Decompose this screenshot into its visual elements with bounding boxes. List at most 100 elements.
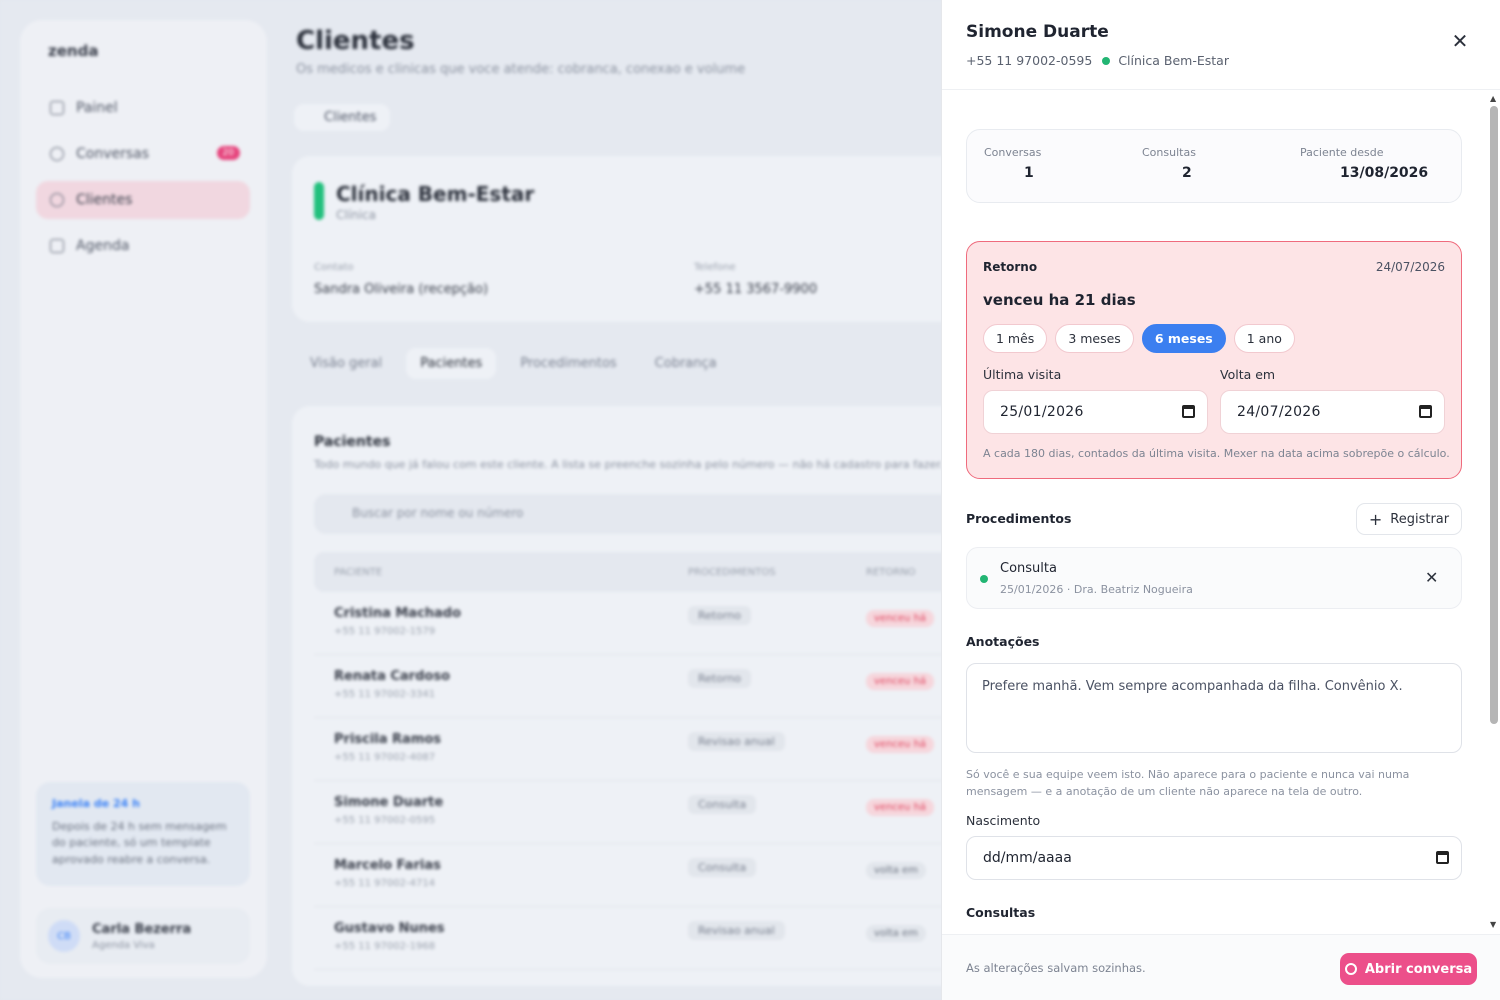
- stat-label: Paciente desde: [1300, 146, 1384, 159]
- tab-cobranca[interactable]: Cobrança: [641, 348, 731, 379]
- scroll-up-icon[interactable]: ▲: [1490, 94, 1496, 103]
- info-card-text: Depois de 24 h sem mensagem do paciente,…: [52, 819, 227, 866]
- procedure-item: Consulta 25/01/2026 · Dra. Beatriz Nogue…: [966, 547, 1462, 609]
- column-header: RETORNO: [866, 567, 916, 578]
- sidebar-item-conversas[interactable]: Conversas 20: [36, 135, 250, 173]
- notes-textarea[interactable]: Prefere manhã. Vem sempre acompanhada da…: [966, 663, 1462, 753]
- calendar-icon: [50, 239, 64, 253]
- open-conversation-label: Abrir conversa: [1364, 961, 1473, 977]
- scrollbar-thumb[interactable]: [1490, 106, 1498, 724]
- consultas-title: Consultas: [966, 905, 1036, 920]
- brand-logo: zenda: [48, 42, 99, 60]
- user-role: Agenda Viva: [92, 939, 155, 951]
- tab-pacientes[interactable]: Pacientes: [406, 348, 497, 379]
- chip-6-meses[interactable]: 6 meses: [1141, 324, 1226, 353]
- row-procedure-badge: Retorno: [688, 606, 751, 625]
- row-return-badge: venceu há: [866, 736, 935, 753]
- calendar-icon[interactable]: [1436, 851, 1449, 864]
- drawer-content[interactable]: Conversas 1 Consultas 2 Paciente desde 1…: [942, 91, 1500, 934]
- last-visit-date-input[interactable]: 25/01/2026: [983, 390, 1208, 434]
- user-card[interactable]: CB Carla Bezerra Agenda Viva: [36, 908, 250, 964]
- stat-value: 13/08/2026: [1340, 165, 1429, 181]
- stat-consultas: Consultas 2: [1142, 146, 1262, 181]
- register-procedure-button[interactable]: + Registrar: [1356, 503, 1462, 535]
- tab-visao-geral[interactable]: Visão geral: [296, 348, 396, 379]
- return-label: Volta em: [1220, 367, 1276, 382]
- row-patient-name: Priscila Ramos: [334, 732, 442, 747]
- table-row[interactable]: Renata Cardoso +55 11 97002-3341 Retorno ve…: [314, 655, 972, 718]
- patient-meta: +55 11 97002-0595 Clínica Bem-Estar: [966, 53, 1229, 68]
- table-row[interactable]: Marcelo Farias +55 11 97002-4714 Consulta v…: [314, 844, 972, 907]
- last-visit-value: 25/01/2026: [1000, 404, 1084, 420]
- table-row[interactable]: Simone Duarte +55 11 97002-0595 Consulta ve…: [314, 781, 972, 844]
- patient-search-input[interactable]: Buscar por nome ou número: [314, 494, 972, 534]
- table-row[interactable]: Priscila Ramos +55 11 97002-4087 Revisao a…: [314, 718, 972, 781]
- scroll-down-icon[interactable]: ▼: [1490, 920, 1496, 929]
- row-patient-phone: +55 11 97002-4087: [334, 752, 436, 763]
- return-date-input[interactable]: 24/07/2026: [1220, 390, 1445, 434]
- stat-paciente-desde: Paciente desde 13/08/2026: [1300, 146, 1450, 181]
- phone-value: +55 11 3567-9900: [694, 282, 818, 297]
- calendar-icon[interactable]: [1182, 405, 1195, 418]
- sidebar-item-agenda[interactable]: Agenda: [36, 227, 250, 265]
- chip-3-meses[interactable]: 3 meses: [1055, 324, 1134, 353]
- row-return-badge: venceu há: [866, 610, 935, 627]
- row-patient-phone: +55 11 97002-1579: [334, 626, 436, 637]
- breadcrumb[interactable]: Clientes: [294, 104, 391, 131]
- birth-date-input[interactable]: dd/mm/aaaa: [966, 836, 1462, 880]
- contact-label: Contato: [314, 262, 354, 273]
- patient-clinic: Clínica Bem-Estar: [1118, 53, 1229, 68]
- notes-help: Só você e sua equipe veem isto. Não apar…: [966, 768, 1410, 798]
- drawer-scrollbar[interactable]: ▲ ▼: [1487, 92, 1500, 934]
- row-patient-name: Gustavo Nunes: [334, 921, 445, 936]
- client-tabs: Visão geral Pacientes Procedimentos Cobr…: [296, 348, 731, 379]
- sidebar-item-label: Agenda: [76, 238, 130, 254]
- table-row[interactable]: Gustavo Nunes +55 11 97002-1968 Revisao an…: [314, 907, 972, 970]
- sidebar-item-painel[interactable]: Painel: [36, 89, 250, 127]
- contact-value: Sandra Oliveira (recepção): [314, 282, 489, 297]
- calendar-icon[interactable]: [1419, 405, 1432, 418]
- page-subtitle: Os medicos e clinicas que voce atende: c…: [296, 62, 746, 77]
- patients-card: Pacientes Todo mundo que já falou com es…: [292, 406, 972, 986]
- stat-label: Consultas: [1142, 146, 1196, 159]
- retorno-status: venceu ha 21 dias: [983, 291, 1136, 309]
- stat-conversas: Conversas 1: [984, 146, 1104, 181]
- open-conversation-button[interactable]: Abrir conversa: [1340, 953, 1477, 985]
- status-dot: [1102, 56, 1111, 65]
- procedure-detail: 25/01/2026 · Dra. Beatriz Nogueira: [1000, 583, 1193, 596]
- procedure-name: Consulta: [1000, 561, 1057, 576]
- chip-1-mes[interactable]: 1 mês: [983, 324, 1048, 353]
- sidebar: zenda Painel Conversas 20 Clientes Agend…: [20, 20, 267, 978]
- client-type: Clínica: [336, 208, 376, 222]
- patient-stats: Conversas 1 Consultas 2 Paciente desde 1…: [966, 129, 1462, 203]
- stat-label: Conversas: [984, 146, 1042, 159]
- client-card: Clínica Bem-Estar Clínica Contato Sandra…: [292, 156, 972, 322]
- sidebar-item-clientes[interactable]: Clientes: [36, 181, 250, 219]
- user-name: Carla Bezerra: [92, 921, 192, 937]
- table-header: PACIENTE PROCEDIMENTOS RETORNO: [314, 552, 972, 592]
- patients-title: Pacientes: [314, 434, 391, 450]
- row-patient-name: Marcelo Farias: [334, 858, 441, 873]
- row-procedure-badge: Consulta: [688, 795, 757, 814]
- birth-date-placeholder: dd/mm/aaaa: [983, 850, 1072, 866]
- column-header: PACIENTE: [334, 567, 383, 578]
- retorno-date: 24/07/2026: [1375, 260, 1445, 274]
- chip-1-ano[interactable]: 1 ano: [1233, 324, 1295, 353]
- remove-procedure-icon[interactable]: ✕: [1425, 568, 1438, 587]
- stat-value: 1: [1024, 165, 1034, 181]
- row-procedure-badge: Revisao anual: [688, 732, 785, 751]
- stat-value: 2: [1182, 165, 1192, 181]
- breadcrumb-label: Clientes: [324, 110, 377, 125]
- close-drawer-button[interactable]: ✕: [1447, 28, 1473, 54]
- row-return-badge: venceu há: [866, 673, 935, 690]
- retorno-label: Retorno: [983, 260, 1038, 274]
- patient-drawer: Simone Duarte +55 11 97002-0595 Clínica …: [941, 0, 1500, 1000]
- table-row[interactable]: Cristina Machado +55 11 97002-1579 Retorno…: [314, 592, 972, 655]
- retorno-card: Retorno 24/07/2026 venceu ha 21 dias 1 m…: [966, 241, 1462, 479]
- row-patient-name: Simone Duarte: [334, 795, 444, 810]
- row-return-badge: volta em: [866, 925, 926, 942]
- row-patient-phone: +55 11 97002-0595: [334, 815, 436, 826]
- status-dot: [980, 575, 988, 583]
- tab-procedimentos[interactable]: Procedimentos: [506, 348, 630, 379]
- retorno-note: A cada 180 dias, contados da última visi…: [983, 447, 1450, 460]
